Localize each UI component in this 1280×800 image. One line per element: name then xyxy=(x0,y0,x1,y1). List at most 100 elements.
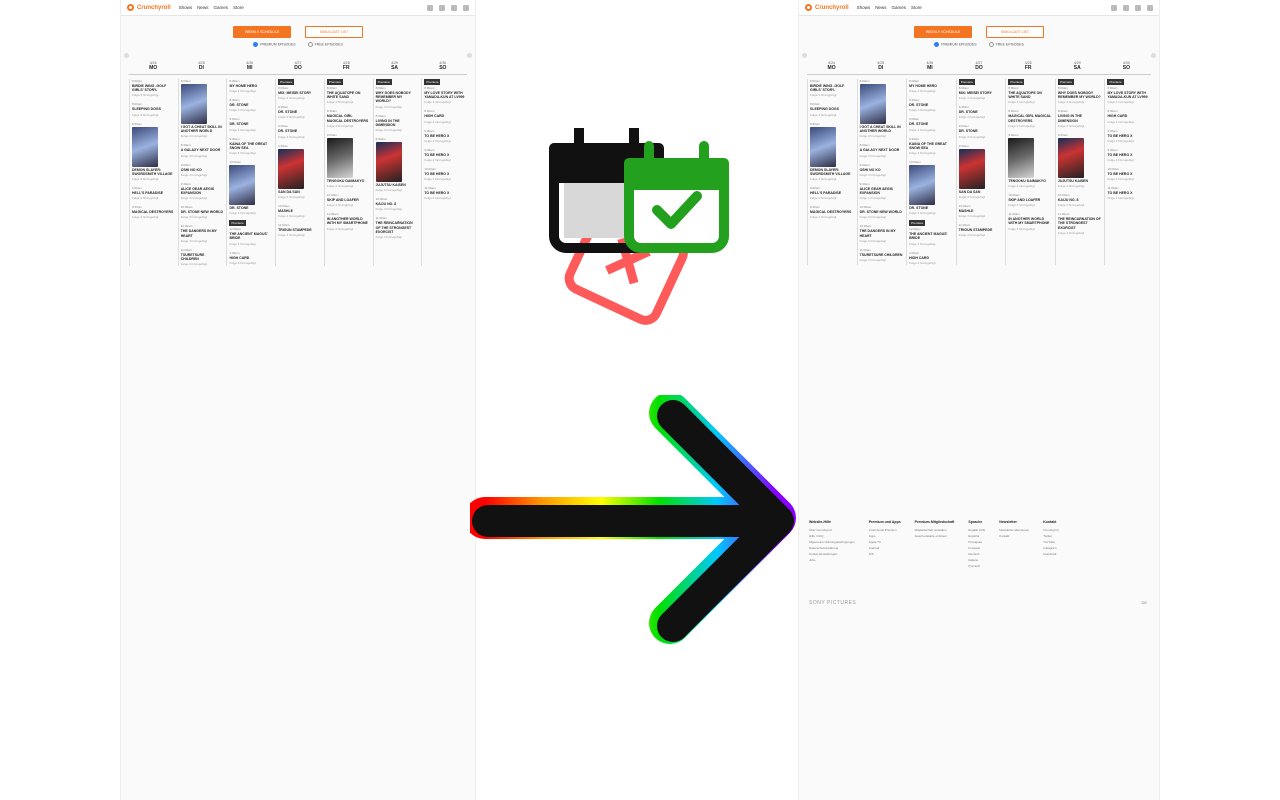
show-title[interactable]: THE DANGERS IN MY HEART xyxy=(860,229,904,237)
schedule-item[interactable]: Premiere 8:00am WHY DOES NOBODY REMEMBER M… xyxy=(375,79,419,109)
show-title[interactable]: BIRDIE WING -GOLF GIRLS' STORY- xyxy=(132,84,175,92)
schedule-item[interactable]: Premiere 8:00am THE AQUATOPE ON WHITE SAND… xyxy=(326,79,370,104)
footer-link[interactable]: Newsletter abonnieren xyxy=(999,528,1029,532)
footer-link[interactable]: English (US) xyxy=(968,528,985,532)
show-title[interactable]: TENGOKU DAIMAKYO xyxy=(1008,179,1052,183)
search-icon[interactable] xyxy=(1111,4,1117,11)
schedule-item[interactable]: 10:00am MASHLE Folge 4 hinzugefügt xyxy=(959,204,1003,218)
schedule-item[interactable]: Premiere 8:00am MY LOVE STORY WITH YAMADA-… xyxy=(1107,79,1151,104)
schedule-item[interactable]: 11:00am TO BE HERO X Folge 4 hinzugefügt xyxy=(1107,186,1151,200)
schedule-item[interactable]: 11:00am THE REINCARNATION OF THE STRONGES… xyxy=(1058,212,1102,235)
schedule-item[interactable]: 8:00pm SLEEPING DOGS Folge 3 hinzugefügt xyxy=(132,102,175,116)
show-title[interactable]: TO BE HERO X xyxy=(1107,134,1151,138)
nav-news[interactable]: News xyxy=(197,5,208,10)
bookmark-icon[interactable] xyxy=(439,4,445,11)
show-title[interactable]: MY HOME HERO xyxy=(909,84,953,88)
show-title[interactable]: DR. STONE NEW WORLD xyxy=(860,210,904,214)
show-title[interactable]: SKIP AND LOAFER xyxy=(327,198,370,202)
show-title[interactable]: JUJUTSU KAISEN xyxy=(1058,179,1102,183)
day-6[interactable]: 4/30 SO xyxy=(1101,61,1151,75)
show-poster[interactable] xyxy=(1057,137,1084,178)
footer-link[interactable]: Crunchyroll xyxy=(1043,528,1058,532)
radio-premium[interactable]: PREMIUM EPISODES xyxy=(934,42,976,47)
show-poster[interactable] xyxy=(958,148,985,189)
schedule-item[interactable]: 9:30am TO BE HERO X Folge 4 hinzugefügt xyxy=(424,148,467,162)
schedule-item[interactable]: 8:30am DR. STONE Folge 4 hinzugefügt xyxy=(909,98,953,112)
show-title[interactable]: TO BE HERO X xyxy=(424,191,467,195)
schedule-item[interactable]: 10:00am TO BE HERO X Folge 4 hinzugefügt xyxy=(424,167,467,181)
show-title[interactable]: DR. STONE xyxy=(909,103,953,107)
radio-premium[interactable]: PREMIUM EPISODES xyxy=(253,42,295,47)
show-title[interactable]: TSURETSURE CHILDREN xyxy=(181,253,224,261)
show-title[interactable]: TO BE HERO X xyxy=(1107,172,1151,176)
show-title[interactable]: MY HOME HERO xyxy=(229,84,272,88)
nav-store[interactable]: Store xyxy=(233,5,244,10)
day-3[interactable]: 4/27 DO xyxy=(954,61,1004,75)
footer-link[interactable]: Deutsch xyxy=(968,552,985,556)
day-4[interactable]: 4/28 FR xyxy=(1003,61,1053,75)
footer-link[interactable]: Twitter xyxy=(1043,534,1058,538)
search-icon[interactable] xyxy=(427,4,433,11)
schedule-item[interactable]: 11:00am TRIGUN STAMPEDE Folge 4 hinzugefüg… xyxy=(959,223,1003,237)
schedule-item[interactable]: 8:30am LIVING IN THE DIMENSION Folge 4 hin… xyxy=(1058,109,1102,127)
show-poster[interactable] xyxy=(810,126,836,167)
show-title[interactable]: HIGH CARD xyxy=(424,114,467,118)
footer-link[interactable]: Jobs xyxy=(809,558,855,562)
schedule-item[interactable]: 9:30am TO BE HERO X Folge 4 hinzugefügt xyxy=(1107,148,1151,162)
schedule-item[interactable]: 10:00am DR. STONE Folge 4 hinzugefügt xyxy=(229,160,272,215)
prev-week-icon[interactable] xyxy=(124,53,129,58)
day-4[interactable]: 4/28 FR xyxy=(322,61,371,75)
schedule-item[interactable]: Premiere 12:00pm THE ANCIENT MAGUS' BRIDE F… xyxy=(909,220,953,246)
show-title[interactable]: WHY DOES NOBODY REMEMBER MY WORLD? xyxy=(376,91,419,104)
schedule-item[interactable]: 8:30am HIGH CARD Folge 4 hinzugefügt xyxy=(424,109,467,123)
menu-icon[interactable] xyxy=(1147,4,1153,11)
schedule-item[interactable]: 9:00pm HELL'S PARADISE Folge 4 hinzugefügt xyxy=(132,186,175,200)
show-title[interactable]: THE AQUATOPE ON WHITE SAND xyxy=(327,91,370,99)
footer-link[interactable]: Hilfe / FAQ xyxy=(809,534,855,538)
show-title[interactable]: IN ANOTHER WORLD WITH MY SMARTPHONE xyxy=(1008,217,1052,225)
day-3[interactable]: 4/27 DO xyxy=(273,61,323,75)
schedule-item[interactable]: 9:00am TENGOKU DAIMAKYO Folge 4 hinzugefüg… xyxy=(326,133,370,188)
show-title[interactable]: DR. STONE xyxy=(909,206,953,210)
schedule-item[interactable]: 10:00am MASHLE Folge 4 hinzugefügt xyxy=(278,204,321,218)
show-poster[interactable] xyxy=(326,137,353,178)
radio-free[interactable]: FREE EPISODES xyxy=(308,42,343,47)
schedule-item[interactable]: 8:30am A GALAXY NEXT DOOR Folge 4 hinzugef… xyxy=(860,143,904,157)
show-title[interactable]: DEMON SLAYER: SWORDSMITH VILLAGE xyxy=(810,168,854,176)
show-poster[interactable] xyxy=(229,164,256,205)
tab-weekly-schedule[interactable]: WEEKLY SCHEDULE xyxy=(233,26,291,38)
schedule-item[interactable]: 8:30am MAGICAL GIRL MAGICAL DESTROYERS Fol… xyxy=(327,109,370,127)
schedule-item[interactable]: 11:00am TRIGUN STAMPEDE Folge 4 hinzugefüg… xyxy=(278,223,321,237)
show-title[interactable]: DR. STONE xyxy=(278,110,321,114)
brand-logo[interactable]: Crunchyroll xyxy=(805,4,849,11)
show-title[interactable]: THE REINCARNATION OF THE STRONGEST EXORC… xyxy=(1058,217,1102,230)
show-title[interactable]: MAGICAL GIRL MAGICAL DESTROYERS xyxy=(1008,114,1052,122)
schedule-item[interactable]: 9:00am TENGOKU DAIMAKYO Folge 4 hinzugefüg… xyxy=(1008,133,1052,188)
show-title[interactable]: A GALAXY NEXT DOOR xyxy=(860,148,904,152)
show-title[interactable]: DR. STONE xyxy=(229,206,272,210)
show-title[interactable]: THE AQUATOPE ON WHITE SAND xyxy=(1008,91,1052,99)
show-poster[interactable] xyxy=(859,84,886,124)
schedule-item[interactable]: 9:30am KAINA OF THE GREAT SNOW SEA Folge 4… xyxy=(229,137,272,155)
show-title[interactable]: MAGICAL GIRL MAGICAL DESTROYERS xyxy=(327,114,370,122)
show-title[interactable]: LIVING IN THE DIMENSION xyxy=(1058,114,1102,122)
schedule-item[interactable]: 9:30am SAN DA SAN Folge 4 hinzugefügt xyxy=(958,144,1003,199)
schedule-item[interactable]: 1:00pm HIGH CARD Folge 4 hinzugefügt xyxy=(909,251,953,265)
show-title[interactable]: TO BE HERO X xyxy=(424,172,467,176)
schedule-item[interactable]: 8:30am HIGH CARD Folge 4 hinzugefügt xyxy=(1107,109,1151,123)
day-6[interactable]: 4/30 SO xyxy=(418,61,467,75)
schedule-item[interactable]: 9:30am SAN DA SAN Folge 4 hinzugefügt xyxy=(278,144,321,199)
footer-link[interactable]: iOS xyxy=(869,552,901,556)
schedule-item[interactable]: 8:00pm SLEEPING DOGS Folge 3 hinzugefügt xyxy=(810,102,854,116)
show-title[interactable]: HIGH CARD xyxy=(229,256,272,260)
show-title[interactable]: HELL'S PARADISE xyxy=(132,191,175,195)
schedule-item[interactable]: 10:00am SKIP AND LOAFER Folge 4 hinzugefüg… xyxy=(327,193,370,207)
show-title[interactable]: THE REINCARNATION OF THE STRONGEST EXORC… xyxy=(376,221,419,234)
schedule-item[interactable]: 9:00pm HELL'S PARADISE Folge 4 hinzugefügt xyxy=(810,186,854,200)
show-title[interactable]: SAN DA SAN xyxy=(959,190,1003,194)
schedule-item[interactable]: 9:00am DR. STONE Folge 4 hinzugefügt xyxy=(909,117,953,131)
footer-link[interactable]: Facebook xyxy=(1043,552,1058,556)
schedule-item[interactable]: 9:00am OSHI NO KO Folge 4 hinzugefügt xyxy=(181,163,224,177)
schedule-item[interactable]: 11:00am TO BE HERO X Folge 4 hinzugefügt xyxy=(424,186,467,200)
show-title[interactable]: MASHLE xyxy=(959,209,1003,213)
